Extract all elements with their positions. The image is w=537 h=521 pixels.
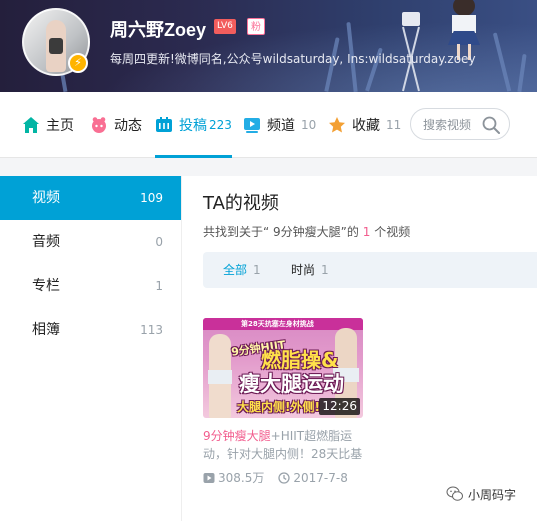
profile-nav: 主页 动态 投稿 223 频道 10 收藏 11 (0, 92, 537, 158)
sidebar-item-label: 相簿 (32, 322, 60, 338)
filter-all[interactable]: 全部 1 (223, 252, 261, 288)
tab-label: 收藏 (352, 118, 380, 134)
signature: 每周四更新!微博同名,公众号wildsaturday, Ins:wildsatu… (110, 52, 476, 66)
tab-channel[interactable]: 频道 10 (243, 92, 316, 158)
sidebar-item-label: 专栏 (32, 278, 60, 294)
username: 周六野Zoey (110, 20, 207, 40)
fan-badge[interactable]: 粉 (247, 18, 265, 35)
tripod-camera-illustration (395, 0, 427, 92)
sidebar-item-article[interactable]: 专栏 1 (0, 264, 181, 308)
clock-icon (278, 471, 291, 484)
thumbnail-text: 第28天抗塞左身材挑战 (241, 320, 314, 328)
video-stats: 308.5万 2017-7-8 (203, 469, 363, 486)
filter-count: 1 (321, 263, 329, 277)
level-badge: LV6 (214, 19, 236, 34)
sidebar-item-album[interactable]: 相簿 113 (0, 308, 181, 352)
watermark-text: 小周码字 (468, 487, 517, 502)
tab-favorites[interactable]: 收藏 11 (328, 92, 401, 158)
result-prefix: 共找到关于“ 9分钟瘦大腿”的 (203, 225, 359, 239)
result-suffix: 个视频 (374, 225, 411, 239)
tab-count: 223 (209, 118, 232, 132)
sidebar-item-count: 109 (140, 191, 163, 205)
result-count: 1 (362, 225, 371, 239)
tab-count: 10 (301, 118, 317, 132)
thumbnail-person-shorts (208, 370, 232, 384)
page-title: TA的视频 (203, 193, 279, 214)
watermark: 小周码字 (446, 485, 516, 503)
sidebar-item-label: 音频 (32, 234, 60, 250)
search-result-summary: 共找到关于“ 9分钟瘦大腿”的 1 个视频 (203, 223, 410, 240)
verified-lightning-icon: ⚡ (68, 53, 88, 73)
play-count: 308.5万 (218, 471, 265, 485)
tab-label: 主页 (46, 118, 74, 134)
tab-home[interactable]: 主页 (22, 92, 74, 158)
wechat-icon (446, 485, 464, 503)
profile-banner: ⚡ 周六野Zoey LV6 粉 每周四更新!微博同名,公众号wildsaturd… (0, 0, 537, 92)
sidebar-item-count: 1 (155, 279, 163, 293)
play-count-icon (203, 472, 215, 484)
channel-icon (243, 116, 261, 134)
tab-label: 投稿 (179, 118, 207, 134)
tab-uploads[interactable]: 投稿 223 (155, 92, 232, 158)
home-icon (22, 116, 40, 134)
video-list-panel: TA的视频 共找到关于“ 9分钟瘦大腿”的 1 个视频 全部 1 时尚 1 第28天… (181, 176, 537, 521)
tab-label: 动态 (114, 118, 142, 134)
video-thumbnail[interactable]: 第28天抗塞左身材挑战 9分钟HIIT 燃脂操& 瘦大腿运动 大腿内侧!外侧! … (203, 318, 363, 418)
video-title[interactable]: 9分钟瘦大腿+HIIT超燃脂运动，针对大腿内侧！28天比基 (203, 427, 363, 463)
sidebar-item-video[interactable]: 视频 109 (0, 176, 181, 220)
filter-label: 时尚 (291, 263, 316, 277)
thumbnail-text: 大腿内侧!外侧! (237, 400, 320, 414)
tab-count: 11 (386, 118, 402, 132)
upload-date: 2017-7-8 (293, 470, 348, 485)
search-icon[interactable] (481, 115, 501, 135)
sidebar-item-label: 视频 (32, 190, 60, 206)
category-filter-bar: 全部 1 时尚 1 (203, 252, 537, 288)
video-title-keyword: 9分钟瘦大腿 (203, 429, 271, 443)
tab-label: 频道 (267, 118, 295, 134)
content-type-sidebar: 视频 109 音频 0 专栏 1 相簿 113 (0, 176, 181, 521)
sidebar-item-count: 113 (140, 323, 163, 337)
sidebar-item-audio[interactable]: 音频 0 (0, 220, 181, 264)
tab-dynamic[interactable]: 动态 (90, 92, 142, 158)
thumbnail-text: 瘦大腿运动 (239, 372, 344, 396)
dynamic-icon (90, 116, 108, 134)
video-card[interactable]: 第28天抗塞左身材挑战 9分钟HIIT 燃脂操& 瘦大腿运动 大腿内侧!外侧! … (203, 318, 363, 486)
filter-label: 全部 (223, 263, 248, 277)
filter-count: 1 (253, 263, 261, 277)
video-duration: 12:26 (319, 398, 360, 415)
search-input[interactable] (421, 116, 485, 134)
sidebar-item-count: 0 (155, 235, 163, 249)
video-search-box (410, 108, 510, 140)
filter-fashion[interactable]: 时尚 1 (291, 252, 329, 288)
upload-icon (155, 116, 173, 134)
favorite-icon (328, 116, 346, 134)
